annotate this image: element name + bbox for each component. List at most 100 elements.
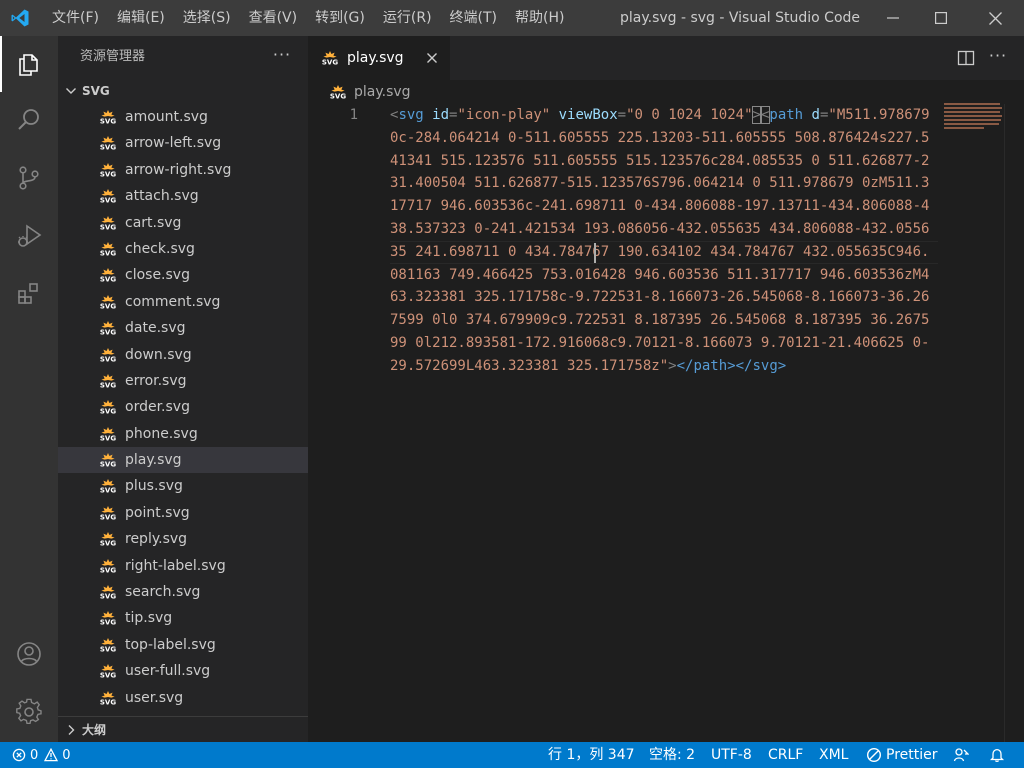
code-token: = xyxy=(617,107,627,123)
svg-file-icon: SVG xyxy=(100,110,116,124)
file-item-plus[interactable]: SVG plus.svg xyxy=(58,473,308,499)
chevron-right-icon xyxy=(68,725,75,735)
split-editor-icon[interactable] xyxy=(956,48,976,68)
minimap[interactable] xyxy=(944,102,1004,132)
file-item-comment[interactable]: SVG comment.svg xyxy=(58,289,308,315)
menu-bar: 文件(F) 编辑(E) 选择(S) 查看(V) 转到(G) 运行(R) 终端(T… xyxy=(52,0,582,36)
explorer-sidebar: 资源管理器 ··· SVG SVG amount.svg SVG arrow-left… xyxy=(58,36,308,742)
file-name: comment.svg xyxy=(125,293,221,310)
code-token: > xyxy=(668,357,677,374)
activity-explorer[interactable] xyxy=(0,36,58,92)
svg-file-icon: SVG xyxy=(330,85,346,99)
file-item-tip[interactable]: SVG tip.svg xyxy=(58,605,308,631)
close-tab-icon[interactable] xyxy=(424,50,440,66)
file-item-search[interactable]: SVG search.svg xyxy=(58,579,308,605)
activity-source-control[interactable] xyxy=(0,150,58,206)
menu-selection[interactable]: 选择(S) xyxy=(183,0,231,36)
svg-file-icon: SVG xyxy=(100,347,116,362)
minimize-icon xyxy=(887,17,899,19)
status-prettier[interactable]: Prettier xyxy=(866,742,938,768)
file-item-reply[interactable]: SVG reply.svg xyxy=(58,526,308,552)
file-name: search.svg xyxy=(125,584,201,601)
activity-search[interactable] xyxy=(0,92,58,148)
code-token: svg xyxy=(398,107,424,123)
status-language-mode[interactable]: XML xyxy=(819,742,848,768)
file-name: order.svg xyxy=(125,399,190,416)
svg-file-icon: SVG xyxy=(100,558,116,573)
activity-manage[interactable] xyxy=(0,684,58,740)
maximize-button[interactable] xyxy=(918,0,964,36)
menu-terminal[interactable]: 终端(T) xyxy=(450,0,497,36)
svg-file-icon: SVG xyxy=(100,585,116,599)
menu-view[interactable]: 查看(V) xyxy=(249,0,298,36)
svg-text:SVG: SVG xyxy=(100,566,116,572)
file-item-user-full[interactable]: SVG user-full.svg xyxy=(58,658,308,684)
status-cursor-position[interactable]: 行 1，列 347 xyxy=(548,742,635,768)
maximize-icon xyxy=(935,12,947,24)
file-name: attach.svg xyxy=(125,188,199,205)
notifications-bell-icon[interactable] xyxy=(989,747,1005,763)
editor-more-actions-button[interactable]: ··· xyxy=(984,36,1012,76)
activity-accounts[interactable] xyxy=(0,626,58,682)
file-item-error[interactable]: SVG error.svg xyxy=(58,368,308,394)
status-problems[interactable]: 0 0 xyxy=(12,742,77,768)
svg-file-icon: SVG xyxy=(100,690,116,705)
minimize-button[interactable] xyxy=(870,0,916,36)
file-item-user[interactable]: SVG user.svg xyxy=(58,685,308,711)
outline-section-header[interactable]: 大纲 xyxy=(58,716,308,742)
title-bar: 文件(F) 编辑(E) 选择(S) 查看(V) 转到(G) 运行(R) 终端(T… xyxy=(0,0,1024,36)
code-editor-text[interactable]: <svg id="icon-play" viewBox="0 0 1024 10… xyxy=(390,104,930,378)
vertical-scrollbar[interactable] xyxy=(1004,104,1018,742)
prettier-status-icon xyxy=(866,747,882,763)
active-indicator xyxy=(0,36,2,92)
file-item-close[interactable]: SVG close.svg xyxy=(58,262,308,288)
search-icon xyxy=(18,109,39,130)
activity-run-debug[interactable] xyxy=(0,208,58,264)
activity-extensions[interactable] xyxy=(0,266,58,322)
code-token: path xyxy=(769,107,804,123)
svg-file-icon: SVG xyxy=(100,321,116,335)
file-item-arrow-right[interactable]: SVG arrow-right.svg xyxy=(58,157,308,183)
status-encoding[interactable]: UTF-8 xyxy=(711,742,752,768)
sidebar-more-actions-button[interactable]: ··· xyxy=(270,36,294,74)
file-item-check[interactable]: SVG check.svg xyxy=(58,236,308,262)
file-item-order[interactable]: SVG order.svg xyxy=(58,394,308,420)
status-indentation[interactable]: 空格: 2 xyxy=(649,742,695,768)
feedback-icon[interactable] xyxy=(953,747,969,763)
file-item-date[interactable]: SVG date.svg xyxy=(58,315,308,341)
file-item-down[interactable]: SVG down.svg xyxy=(58,342,308,368)
tab-label: play.svg xyxy=(347,50,404,66)
menu-run[interactable]: 运行(R) xyxy=(383,0,432,36)
file-item-point[interactable]: SVG point.svg xyxy=(58,500,308,526)
menu-file[interactable]: 文件(F) xyxy=(52,0,99,36)
sidebar-title: 资源管理器 xyxy=(80,49,146,64)
svg-text:SVG: SVG xyxy=(100,513,116,519)
file-name: right-label.svg xyxy=(125,557,226,574)
file-item-amount[interactable]: SVG amount.svg xyxy=(58,104,308,130)
editor-tab-bar: SVG play.svg ··· xyxy=(308,36,1024,80)
svg-text:SVG: SVG xyxy=(322,59,338,65)
file-item-right-label[interactable]: SVG right-label.svg xyxy=(58,553,308,579)
menu-go[interactable]: 转到(G) xyxy=(315,0,365,36)
file-item-arrow-left[interactable]: SVG arrow-left.svg xyxy=(58,130,308,156)
close-icon xyxy=(988,11,1002,25)
warning-count: 0 xyxy=(62,747,71,763)
status-bar: 0 0 行 1，列 347 空格: 2 UTF-8 CRLF XML Prett… xyxy=(0,742,1024,768)
breadcrumb-file[interactable]: play.svg xyxy=(354,80,411,104)
file-item-phone[interactable]: SVG phone.svg xyxy=(58,421,308,447)
svg-text:SVG: SVG xyxy=(100,223,116,229)
file-item-attach[interactable]: SVG attach.svg xyxy=(58,183,308,209)
folder-row-svg[interactable]: SVG xyxy=(58,78,308,104)
menu-edit[interactable]: 编辑(E) xyxy=(117,0,165,36)
explorer-icon xyxy=(19,54,38,76)
file-name: check.svg xyxy=(125,240,195,257)
file-item-play[interactable]: SVG play.svg xyxy=(58,447,308,474)
file-item-cart[interactable]: SVG cart.svg xyxy=(58,210,308,236)
tab-play-svg[interactable]: SVG play.svg xyxy=(308,36,450,80)
file-item-top-label[interactable]: SVG top-label.svg xyxy=(58,632,308,658)
menu-help[interactable]: 帮助(H) xyxy=(515,0,564,36)
settings-gear-icon xyxy=(16,698,42,725)
svg-file-icon: SVG xyxy=(100,505,116,520)
close-window-button[interactable] xyxy=(972,0,1018,36)
status-eol[interactable]: CRLF xyxy=(768,742,803,768)
